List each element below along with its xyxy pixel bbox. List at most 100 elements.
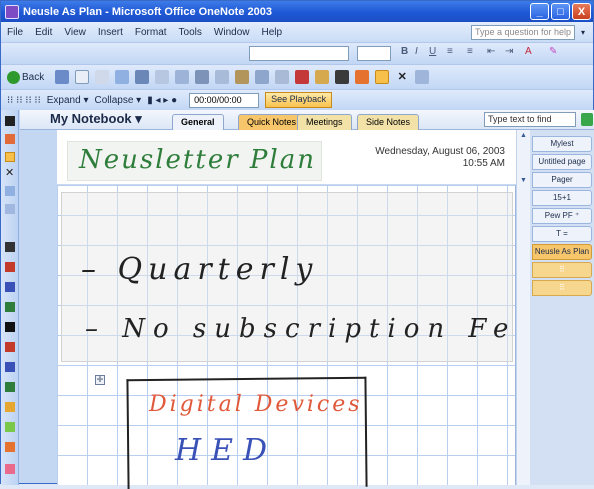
section-tab-general[interactable]: General (172, 114, 224, 130)
marker-icon[interactable] (355, 70, 370, 84)
pen-color-4-icon[interactable] (5, 302, 15, 312)
eraser-icon[interactable]: ✕ (395, 70, 409, 84)
ink-line-subscription[interactable]: – No subscription Fee (85, 314, 540, 344)
move-handle-icon[interactable]: ✛ (95, 375, 105, 385)
see-playback-button[interactable]: See Playback (265, 92, 333, 108)
forward-icon[interactable] (55, 70, 70, 84)
menu-view[interactable]: View (64, 27, 86, 38)
highlighter-icon[interactable] (315, 70, 330, 84)
section-tab-quick-notes[interactable]: Quick Notes (238, 114, 306, 130)
maximize-button[interactable]: □ (551, 3, 570, 20)
pen-color-8-icon[interactable] (5, 382, 15, 392)
pen-black-icon[interactable] (5, 116, 15, 126)
bold-button[interactable]: B (401, 46, 408, 57)
ink-hed[interactable]: HED (175, 433, 277, 468)
decrease-indent-icon[interactable]: ⇤ (487, 46, 495, 57)
page-tab-pager[interactable]: Pager (532, 172, 592, 188)
increase-indent-icon[interactable]: ⇥ (505, 46, 513, 57)
audio-controls[interactable]: ▮ ◂ ▸ ● (147, 95, 177, 106)
page-tab-pew-pf[interactable]: Pew PF ⁺ (532, 208, 592, 224)
paste-icon[interactable] (235, 70, 250, 84)
pen-toolbar: ✕ (1, 110, 19, 485)
expand-button[interactable]: Expand ▾ (47, 95, 89, 106)
help-question-input[interactable]: Type a question for help (471, 24, 575, 40)
page-tab-mylest[interactable]: Mylest (532, 136, 592, 152)
new-subpage-icon[interactable] (115, 70, 130, 84)
highlighter-yellow-icon[interactable] (5, 402, 15, 412)
collapse-button[interactable]: Collapse ▾ (94, 95, 141, 106)
menu-tools[interactable]: Tools (179, 27, 202, 38)
pen-color-6-icon[interactable] (5, 342, 15, 352)
pen-color-1-icon[interactable] (5, 242, 15, 252)
minimize-button[interactable]: _ (530, 3, 549, 20)
pen-red-icon[interactable] (5, 134, 15, 144)
find-go-icon[interactable] (581, 113, 593, 126)
eraser-tool-icon[interactable]: ✕ (5, 168, 15, 179)
menu-window[interactable]: Window (214, 27, 250, 38)
print-preview-icon[interactable] (155, 70, 170, 84)
notebook-title[interactable]: My Notebook ▾ (50, 111, 142, 127)
bullets-icon[interactable]: ≡ (447, 46, 453, 57)
pen-icon[interactable] (335, 70, 350, 84)
font-color-icon[interactable]: A (525, 46, 532, 57)
close-button[interactable]: X (572, 3, 591, 20)
pen-color-3-icon[interactable] (5, 282, 15, 292)
new-page-icon[interactable] (75, 70, 90, 84)
subpage-tab-1[interactable]: ⠿ (532, 262, 592, 278)
menu-insert[interactable]: Insert (98, 27, 123, 38)
redo-icon[interactable] (275, 70, 290, 84)
menu-help[interactable]: Help (261, 27, 282, 38)
new-section-icon[interactable] (95, 70, 110, 84)
ink-digital-devices[interactable]: Digital Devices (149, 392, 363, 417)
highlighter-pink-icon[interactable] (5, 464, 15, 474)
selection-icon[interactable] (5, 152, 15, 162)
title-bar: Neusle As Plan - Microsoft Office OneNot… (1, 1, 593, 22)
standard-toolbar: Back ✕ (1, 64, 593, 89)
page-scrollbar[interactable]: ▲ ▼ (516, 130, 530, 485)
note-page[interactable]: Neusletter Plan Wednesday, August 06, 20… (57, 130, 532, 489)
scroll-up-icon[interactable]: ▲ (518, 132, 529, 143)
underline-button[interactable]: U (429, 46, 436, 57)
cut-icon[interactable] (195, 70, 210, 84)
onenote-app-icon[interactable] (5, 4, 19, 19)
find-text-input[interactable]: Type text to find (484, 112, 576, 127)
back-button[interactable]: Back (7, 70, 44, 84)
type-select-icon[interactable] (415, 70, 430, 84)
back-arrow-icon (7, 70, 20, 84)
page-tabs-panel: Mylest Untitled page Pager 15+1 Pew PF ⁺… (530, 130, 594, 485)
section-tab-side-notes[interactable]: Side Notes (357, 114, 420, 130)
outline-level-icons[interactable]: ⁝⁝ ⁝⁝ ⁝⁝ ⁝⁝ (7, 95, 41, 106)
menu-format[interactable]: Format (135, 27, 167, 38)
pen-color-7-icon[interactable] (5, 362, 15, 372)
pen-color-5-icon[interactable] (5, 322, 15, 332)
lasso-icon[interactable] (5, 204, 15, 214)
page-date: Wednesday, August 06, 2003 (375, 146, 505, 157)
ink-line-quarterly[interactable]: – Quarterly (81, 252, 318, 287)
copy-icon[interactable] (215, 70, 230, 84)
highlighter-orange-icon[interactable] (5, 442, 15, 452)
pen-color-2-icon[interactable] (5, 262, 15, 272)
note-flag-icon[interactable] (295, 70, 310, 84)
insert-space-icon[interactable] (5, 186, 15, 196)
page-tab-untitled[interactable]: Untitled page (532, 154, 592, 170)
font-size-select[interactable] (357, 46, 391, 61)
page-tab-t[interactable]: T = (532, 226, 592, 242)
menu-file[interactable]: File (7, 27, 23, 38)
page-tab-15-1[interactable]: 15+1 (532, 190, 592, 206)
help-dropdown-arrow[interactable]: ▾ (581, 28, 589, 37)
page-tab-neusle-as-plan[interactable]: Neusle As Plan (532, 244, 592, 260)
research-icon[interactable] (175, 70, 190, 84)
menu-edit[interactable]: Edit (35, 27, 52, 38)
section-tab-meetings[interactable]: Meetings (297, 114, 352, 130)
highlight-icon[interactable]: ✎ (549, 46, 557, 57)
italic-button[interactable]: I (415, 46, 418, 57)
page-date-time: Wednesday, August 06, 2003 10:55 AM (345, 146, 505, 170)
scroll-down-icon[interactable]: ▼ (518, 177, 529, 188)
font-name-select[interactable] (249, 46, 349, 61)
numbering-icon[interactable]: ≡ (467, 46, 473, 57)
undo-icon[interactable] (255, 70, 270, 84)
print-icon[interactable] (135, 70, 150, 84)
subpage-tab-2[interactable]: ⠿ (532, 280, 592, 296)
selection-tool-icon[interactable] (375, 70, 390, 84)
highlighter-green-icon[interactable] (5, 422, 15, 432)
